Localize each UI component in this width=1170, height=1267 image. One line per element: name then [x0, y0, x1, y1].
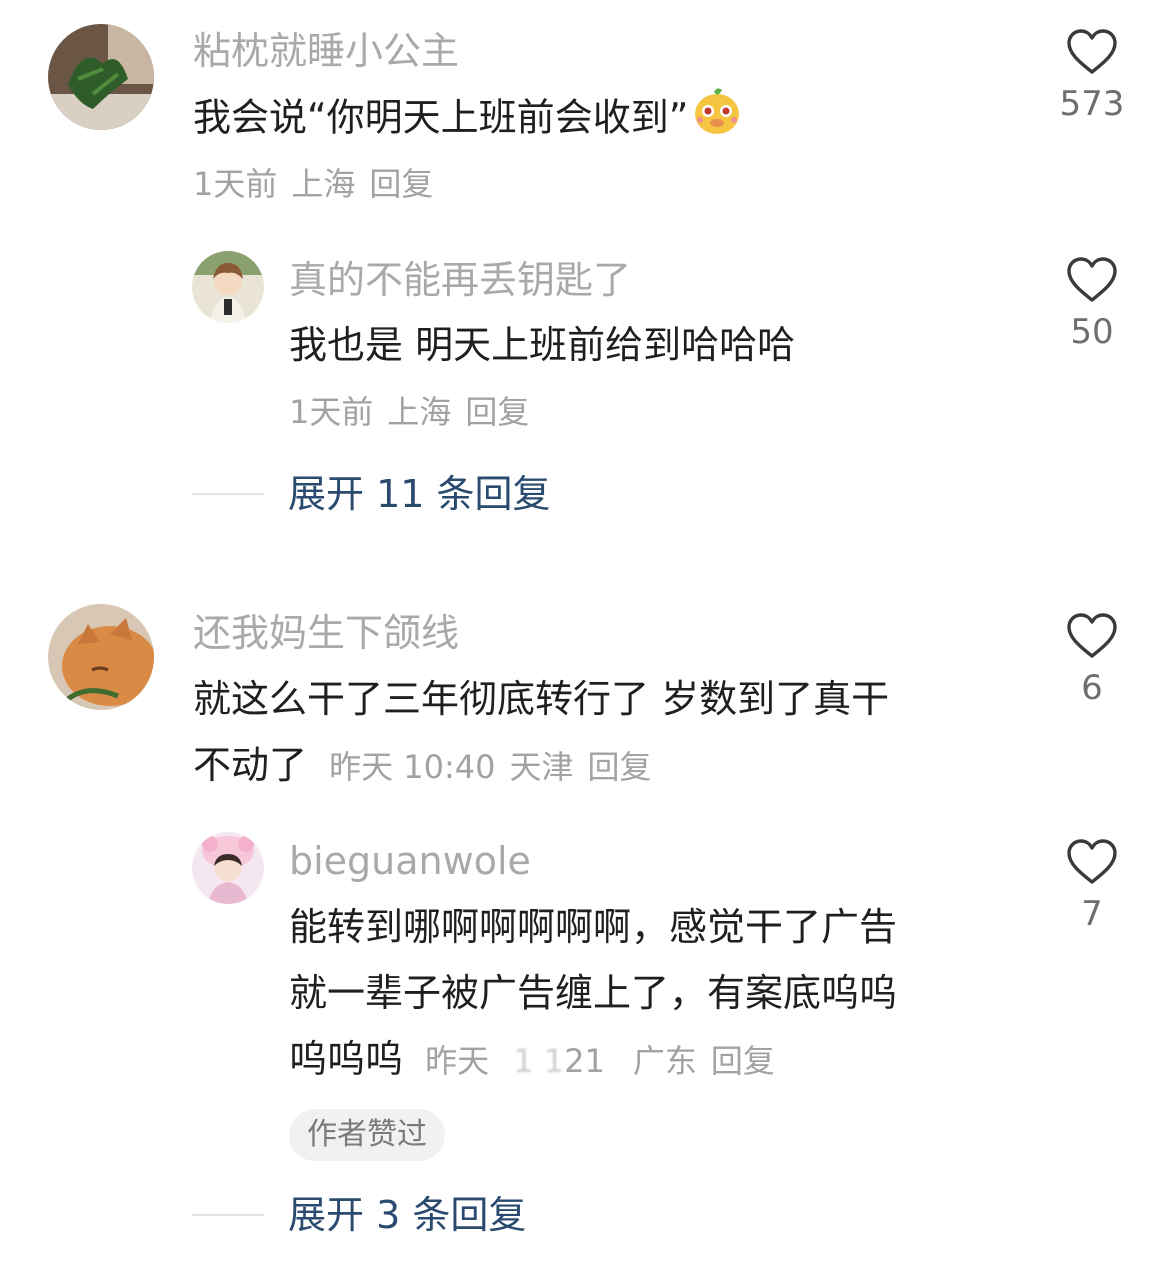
- reply-time: 1天前: [289, 393, 374, 431]
- comment-meta: 1天前 上海 回复: [193, 164, 447, 204]
- reply-text: 我也是 明天上班前给到哈哈哈: [289, 323, 796, 367]
- comment-text-body: 我会说“你明天上班前会收到”: [193, 95, 689, 140]
- reply-button[interactable]: 回复: [369, 165, 433, 203]
- heart-outline-icon[interactable]: [1066, 28, 1118, 76]
- reply-time-prefix: 昨天: [425, 1042, 490, 1080]
- comment-text: 我会说“你明天上班前会收到”: [193, 84, 742, 156]
- reply-time: 昨天 1 121: [425, 1042, 619, 1080]
- like-group: 573: [1037, 28, 1147, 124]
- reply-text-line: 能转到哪啊啊啊啊啊，感觉干了广告: [289, 905, 898, 949]
- username[interactable]: 粘枕就睡小公主: [193, 28, 459, 74]
- comment-text-tail: 不动了: [193, 743, 308, 787]
- avatar[interactable]: [192, 251, 264, 323]
- like-count: 7: [1081, 894, 1103, 934]
- comment-time: 1天前: [193, 165, 278, 203]
- comment-time: 昨天 10:40: [329, 748, 496, 786]
- divider-line: [192, 1214, 264, 1216]
- reply-meta: 昨天 1 121 广东 回复: [425, 1042, 789, 1080]
- avatar[interactable]: [48, 24, 154, 130]
- heart-outline-icon[interactable]: [1066, 838, 1118, 886]
- like-count: 573: [1059, 84, 1125, 124]
- comment-text-line: 就这么干了三年彻底转行了 岁数到了真干: [193, 677, 890, 721]
- comment-location: 上海: [291, 165, 356, 203]
- reply-text-line: 就一辈子被广告缠上了，有案底呜呜: [289, 971, 898, 1015]
- heart-outline-icon[interactable]: [1066, 256, 1118, 304]
- reply-meta: 1天前 上海 回复: [289, 392, 543, 432]
- username[interactable]: bieguanwole: [289, 838, 531, 884]
- sticker-face-icon: [692, 84, 742, 156]
- username[interactable]: 真的不能再丢钥匙了: [289, 257, 631, 303]
- reply-time-suffix: 21: [564, 1042, 605, 1080]
- reply-button[interactable]: 回复: [465, 393, 529, 431]
- expand-replies-button[interactable]: 展开 11 条回复: [288, 471, 551, 517]
- like-group: 7: [1037, 838, 1147, 934]
- reply-text: 能转到哪啊啊啊啊啊，感觉干了广告 就一辈子被广告缠上了，有案底呜呜 呜呜呜 昨天…: [289, 894, 1019, 1094]
- author-liked-badge: 作者赞过: [289, 1109, 445, 1161]
- reply-text-line: 呜呜呜 昨天 1 121 广东 回复: [289, 1026, 1019, 1094]
- reply-text-tail: 呜呜呜: [289, 1037, 404, 1081]
- expand-replies-button[interactable]: 展开 3 条回复: [288, 1192, 526, 1238]
- avatar[interactable]: [48, 604, 154, 710]
- username[interactable]: 还我妈生下颌线: [193, 610, 459, 656]
- reply-button[interactable]: 回复: [588, 748, 652, 786]
- like-group: 6: [1037, 612, 1147, 708]
- expand-replies: 展开 11 条回复: [192, 471, 551, 517]
- reply-location: 上海: [387, 393, 452, 431]
- comment-meta: 昨天 10:40 天津 回复: [329, 748, 665, 786]
- comment-text-line: 不动了 昨天 10:40 天津 回复: [193, 732, 1023, 800]
- comment-location: 天津: [509, 748, 574, 786]
- expand-replies: 展开 3 条回复: [192, 1192, 526, 1238]
- divider-line: [192, 493, 264, 495]
- reply-button[interactable]: 回复: [711, 1042, 775, 1080]
- heart-outline-icon[interactable]: [1066, 612, 1118, 660]
- reply-location: 广东: [632, 1042, 697, 1080]
- avatar[interactable]: [192, 832, 264, 904]
- like-group: 50: [1037, 256, 1147, 352]
- like-count: 6: [1081, 668, 1103, 708]
- reply-time-obscured: 1 1: [513, 1042, 565, 1080]
- like-count: 50: [1070, 312, 1114, 352]
- comment-text: 就这么干了三年彻底转行了 岁数到了真干 不动了 昨天 10:40 天津 回复: [193, 666, 1023, 800]
